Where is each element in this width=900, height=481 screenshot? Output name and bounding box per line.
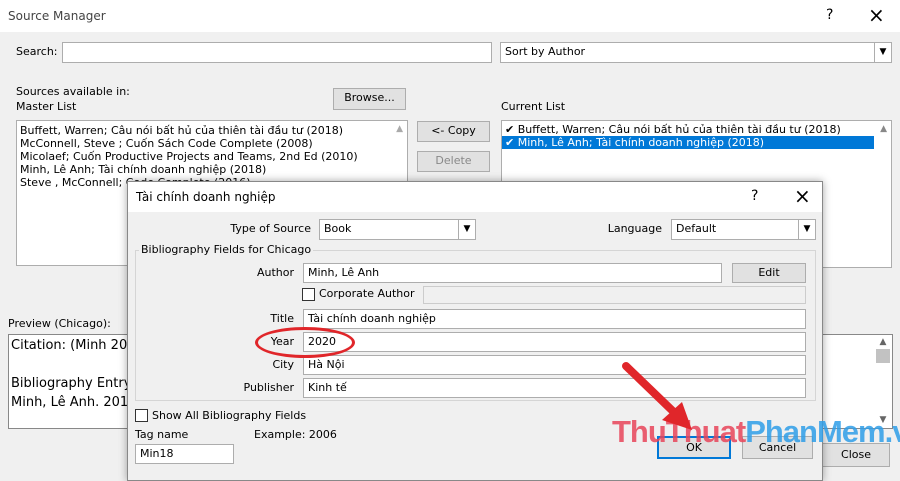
sources-label: Sources available in: xyxy=(16,85,130,98)
list-item[interactable]: ✔ Buffett, Warren; Câu nói bất hủ của th… xyxy=(502,123,874,136)
close-icon[interactable]: × xyxy=(868,3,885,27)
window-title: Source Manager xyxy=(8,9,106,23)
year-highlight-ellipse xyxy=(255,327,355,358)
title-label: Title xyxy=(270,312,294,325)
dialog-title: Tài chính doanh nghiệp xyxy=(136,190,276,204)
help-button[interactable]: ? xyxy=(751,188,758,204)
help-button[interactable]: ? xyxy=(826,7,833,23)
chevron-down-icon: ▼ xyxy=(874,43,891,62)
list-item-text: Buffett, Warren; Câu nói bất hủ của thiê… xyxy=(517,123,841,136)
search-label: Search: xyxy=(16,45,58,58)
browse-button[interactable]: Browse... xyxy=(333,88,406,110)
chevron-down-icon: ▼ xyxy=(458,220,475,239)
author-input[interactable]: Minh, Lê Anh xyxy=(303,263,722,283)
city-input[interactable]: Hà Nội xyxy=(303,355,806,375)
language-label: Language xyxy=(607,222,662,235)
publisher-label: Publisher xyxy=(243,381,295,394)
tag-name-label: Tag name xyxy=(135,428,189,441)
chevron-down-icon: ▼ xyxy=(798,220,815,239)
sort-value: Sort by Author xyxy=(505,45,586,58)
list-item[interactable]: McConnell, Steve ; Cuốn Sách Code Comple… xyxy=(17,137,407,150)
city-label: City xyxy=(272,358,294,371)
close-button[interactable]: Close xyxy=(822,443,890,467)
show-all-fields-label: Show All Bibliography Fields xyxy=(152,409,307,422)
delete-button[interactable]: Delete xyxy=(417,151,490,172)
type-of-source-select[interactable]: Book ▼ xyxy=(319,219,476,240)
list-item-selected[interactable]: ✔ Minh, Lê Anh; Tài chính doanh nghiệp (… xyxy=(502,136,874,149)
tag-name-input[interactable]: Min18 xyxy=(135,444,234,464)
year-input[interactable]: 2020 xyxy=(303,332,806,352)
corporate-author-label: Corporate Author xyxy=(319,287,415,300)
language-select[interactable]: Default ▼ xyxy=(671,219,816,240)
corporate-author-checkbox[interactable] xyxy=(302,288,315,301)
ok-button[interactable]: OK xyxy=(657,436,731,459)
list-item[interactable]: Buffett, Warren; Câu nói bất hủ của thiê… xyxy=(17,124,407,137)
edit-author-button[interactable]: Edit xyxy=(732,263,806,283)
list-item-text: Minh, Lê Anh; Tài chính doanh nghiệp (20… xyxy=(517,136,765,149)
scroll-up-icon[interactable]: ▲ xyxy=(880,124,887,134)
close-icon[interactable]: × xyxy=(794,184,811,208)
title-input[interactable]: Tài chính doanh nghiệp xyxy=(303,309,806,329)
type-value: Book xyxy=(324,222,352,235)
group-label: Bibliography Fields for Chicago xyxy=(139,243,314,256)
preview-label: Preview (Chicago): xyxy=(8,317,111,330)
sort-select[interactable]: Sort by Author ▼ xyxy=(500,42,892,63)
show-all-fields-checkbox[interactable] xyxy=(135,409,148,422)
title-bar: Source Manager ? × xyxy=(0,0,900,32)
author-label: Author xyxy=(256,266,294,279)
scroll-up-icon[interactable]: ▲ xyxy=(396,124,403,134)
master-list-label: Master List xyxy=(16,100,77,113)
language-value: Default xyxy=(676,222,717,235)
copy-button[interactable]: <- Copy xyxy=(417,121,490,142)
list-item[interactable]: Micolaef; Cuốn Productive Projects and T… xyxy=(17,150,407,163)
scrollbar[interactable]: ▲ ▼ xyxy=(876,337,890,425)
cancel-button[interactable]: Cancel xyxy=(742,436,813,459)
dialog-title-bar: Tài chính doanh nghiệp ? × xyxy=(128,182,822,212)
search-input[interactable] xyxy=(62,42,492,63)
publisher-input[interactable]: Kinh tế xyxy=(303,378,806,398)
corporate-author-input xyxy=(423,286,806,304)
type-of-source-label: Type of Source xyxy=(230,222,311,235)
current-list-label: Current List xyxy=(501,100,566,113)
list-item[interactable]: Minh, Lê Anh; Tài chính doanh nghiệp (20… xyxy=(17,163,407,176)
tag-example: Example: 2006 xyxy=(254,428,337,441)
